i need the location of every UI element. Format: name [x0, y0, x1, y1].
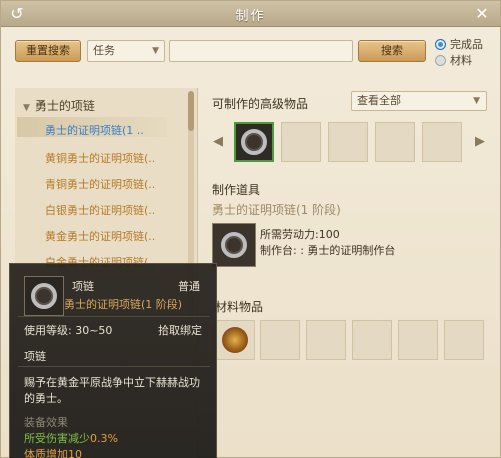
- tooltip-desc-line2: 的勇士。: [24, 392, 68, 405]
- filter-select[interactable]: 查看全部 ▼: [351, 91, 487, 111]
- search-input[interactable]: [169, 40, 353, 62]
- window-title: 制作: [235, 9, 266, 24]
- tool-label: 制作道具: [212, 183, 261, 197]
- close-icon[interactable]: ✕: [472, 4, 492, 24]
- category-select-value: 任务: [93, 44, 115, 57]
- tooltip-divider: [18, 366, 210, 367]
- tree-item-1[interactable]: 勇士的证明项链(1 ..: [45, 122, 144, 138]
- materials-label: 材料物品: [215, 300, 264, 314]
- craftable-slot-1[interactable]: [234, 122, 274, 162]
- tooltip-divider: [18, 316, 210, 317]
- medal-icon: [222, 327, 248, 353]
- item-tooltip: 项链 普通 勇士的证明项链(1 阶段) 使用等级: 30~50 拾取绑定 项链 …: [9, 263, 217, 458]
- chevron-down-icon: ▼: [152, 46, 159, 56]
- necklace-icon: [31, 283, 57, 309]
- radio-finished-label: 完成品: [450, 38, 483, 51]
- craftable-slot-2[interactable]: [281, 122, 321, 162]
- tooltip-level: 使用等级: 30~50: [24, 324, 113, 337]
- material-slot-5[interactable]: [398, 320, 438, 360]
- tree-header[interactable]: ▼ 勇士的项链: [23, 97, 95, 114]
- tooltip-effect-title: 装备效果: [24, 416, 68, 429]
- craftable-slot-3[interactable]: [328, 122, 368, 162]
- tool-name: 勇士的证明项链(1 阶段): [212, 203, 341, 217]
- tree-header-label: 勇士的项链: [34, 99, 95, 113]
- tree-scrollbar-thumb[interactable]: [188, 91, 194, 131]
- tooltip-item-icon: [24, 276, 64, 316]
- tool-slot[interactable]: [212, 223, 256, 267]
- tooltip-name: 勇士的证明项链(1 阶段): [64, 298, 183, 311]
- craftable-slot-4[interactable]: [375, 122, 415, 162]
- material-slot-6[interactable]: [444, 320, 484, 360]
- prev-arrow-icon[interactable]: ◀: [213, 134, 223, 149]
- craftable-slot-5[interactable]: [422, 122, 462, 162]
- tooltip-effect-2: 体质增加10: [24, 448, 82, 458]
- material-slot-1[interactable]: [215, 320, 255, 360]
- craftable-label: 可制作的高级物品: [212, 97, 309, 111]
- tooltip-category: 项链: [24, 350, 46, 363]
- radio-finished[interactable]: 完成品: [435, 37, 483, 51]
- search-button[interactable]: 搜索: [358, 40, 426, 62]
- crafting-window: ↺ 制作 ✕ 重置搜索 任务 ▼ 搜索 完成品 材料 ▼ 勇士的项链 勇士的证明项…: [0, 0, 501, 458]
- reset-search-button[interactable]: 重置搜索: [15, 40, 81, 62]
- category-select[interactable]: 任务 ▼: [87, 40, 165, 62]
- craft-station: 制作台: : 勇士的证明制作台: [260, 244, 396, 257]
- tooltip-desc-line1: 赐予在黄金平原战争中立下赫赫战功: [24, 376, 200, 389]
- radio-off-icon: [435, 54, 446, 66]
- title-bar: ↺ 制作 ✕: [1, 1, 500, 27]
- tooltip-type: 项链: [72, 280, 94, 293]
- next-arrow-icon[interactable]: ▶: [475, 134, 485, 149]
- necklace-icon: [241, 129, 267, 155]
- material-slot-3[interactable]: [306, 320, 346, 360]
- tooltip-effect-1-value: 0.3%: [90, 432, 118, 445]
- filter-select-value: 查看全部: [357, 94, 401, 107]
- radio-on-icon: [435, 38, 446, 50]
- tooltip-effect-1: 所受伤害减少0.3%: [24, 430, 118, 446]
- tree-item-2[interactable]: 黄铜勇士的证明项链(..: [45, 150, 155, 166]
- tree-item-3[interactable]: 青铜勇士的证明项链(..: [45, 176, 155, 192]
- expand-triangle-icon: ▼: [23, 103, 30, 113]
- chevron-down-icon: ▼: [473, 96, 480, 106]
- necklace-icon: [221, 232, 247, 258]
- tree-item-4[interactable]: 白银勇士的证明项链(..: [45, 202, 155, 218]
- material-slot-4[interactable]: [352, 320, 392, 360]
- radio-material[interactable]: 材料: [435, 53, 472, 67]
- material-slot-2[interactable]: [260, 320, 300, 360]
- tree-item-5[interactable]: 黄金勇士的证明项链(..: [45, 228, 155, 244]
- tooltip-grade: 普通: [178, 280, 200, 293]
- tooltip-effect-1-label: 所受伤害减少: [24, 432, 90, 445]
- labor-cost: 所需劳动力:100: [260, 228, 340, 241]
- tooltip-bind: 拾取绑定: [158, 324, 202, 337]
- radio-material-label: 材料: [450, 54, 472, 67]
